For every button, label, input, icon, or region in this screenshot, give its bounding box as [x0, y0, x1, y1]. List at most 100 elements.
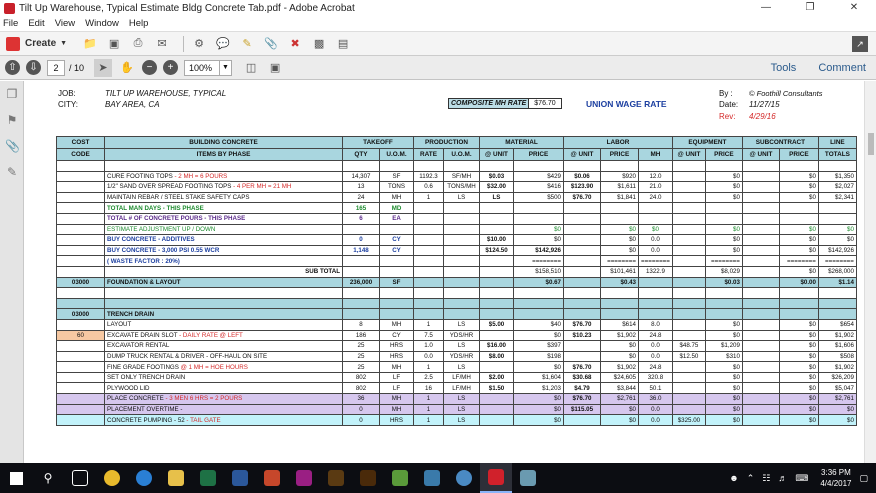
table-cell: [56, 371, 105, 384]
app-download-icon[interactable]: [384, 463, 416, 493]
page-down-icon[interactable]: ⇩: [26, 60, 41, 75]
bookmark-icon[interactable]: ⚑: [5, 113, 19, 127]
table-cell: [342, 160, 380, 172]
file-explorer-icon[interactable]: [160, 463, 192, 493]
table-cell: [56, 255, 105, 267]
attachment-icon[interactable]: 📎: [5, 139, 20, 153]
table-cell: 802: [342, 371, 380, 384]
volume-icon[interactable]: ♬: [778, 473, 787, 483]
minimize-icon[interactable]: —: [744, 0, 788, 16]
network-icon[interactable]: ☷: [762, 473, 770, 484]
table-cell: $76.70: [563, 361, 601, 373]
create-button[interactable]: Create ▼: [6, 36, 67, 51]
zoom-dropdown-icon[interactable]: ▼: [220, 59, 233, 76]
menu-file[interactable]: File: [3, 18, 18, 29]
gear-icon[interactable]: ⚙: [190, 35, 208, 53]
close-icon[interactable]: ✕: [832, 0, 876, 16]
table-cell: HRS: [379, 340, 414, 352]
acrobat-taskbar-icon[interactable]: [480, 463, 512, 493]
table-cell: [671, 244, 706, 257]
menu-window[interactable]: Window: [85, 18, 119, 29]
zoom-in-icon[interactable]: +: [163, 60, 179, 75]
fit-width-icon[interactable]: ▣: [266, 59, 284, 77]
comment-icon[interactable]: 💬: [214, 35, 232, 53]
print-icon[interactable]: ⎙: [129, 35, 147, 53]
hand-tool-icon[interactable]: ✋: [118, 59, 136, 77]
vertical-scrollbar[interactable]: [864, 81, 876, 463]
expand-icon[interactable]: ↗: [852, 36, 868, 52]
table-cell: $1,902: [817, 329, 857, 342]
table-cell: CY: [379, 244, 414, 257]
table-cell: [443, 223, 480, 236]
table-cell: [56, 223, 105, 236]
word-icon[interactable]: [224, 463, 256, 493]
app-grid-icon[interactable]: [416, 463, 448, 493]
table-cell: $4.79: [563, 382, 601, 395]
chevron-up-icon[interactable]: ⌃: [747, 473, 755, 484]
sign-icon[interactable]: ✖: [286, 35, 304, 53]
app-info-icon[interactable]: [448, 463, 480, 493]
menu-edit[interactable]: Edit: [28, 18, 44, 29]
select-cursor-icon[interactable]: ➤: [94, 58, 113, 77]
table-cell: 1322.9: [638, 265, 673, 278]
table-cell: [671, 393, 706, 405]
powerpoint-icon[interactable]: [256, 463, 288, 493]
email-icon[interactable]: ✉: [153, 35, 171, 53]
people-icon[interactable]: ☻: [729, 473, 738, 483]
attach-icon[interactable]: 📎: [262, 35, 280, 53]
edge-icon[interactable]: [128, 463, 160, 493]
table-cell: $5.00: [479, 318, 514, 331]
bridge-icon[interactable]: [320, 463, 352, 493]
scroll-thumb[interactable]: [868, 133, 874, 155]
table-cell: MH: [379, 191, 414, 204]
table-cell: [600, 212, 639, 225]
incopy-icon[interactable]: [288, 463, 320, 493]
notification-icon[interactable]: ▢: [859, 473, 868, 484]
table-cell: SF/MH: [443, 170, 480, 183]
illustrator-icon[interactable]: [352, 463, 384, 493]
search-icon[interactable]: ⚲: [32, 463, 64, 493]
edit-pdf-icon[interactable]: ▤: [334, 35, 352, 53]
app-cube-icon[interactable]: [512, 463, 544, 493]
table-cell: $0: [778, 361, 819, 373]
table-cell: $8,029: [704, 265, 743, 278]
table-row: LAYOUT 8 MH 1 LS $5.00 $40 $76.70 $614 8.0 $0 $0 $65…: [56, 318, 857, 331]
keyboard-icon[interactable]: ⌨: [795, 473, 808, 484]
signature-icon[interactable]: ✎: [5, 165, 19, 179]
task-view-icon[interactable]: [64, 463, 96, 493]
column-header: PRICE: [600, 148, 639, 161]
table-cell: 0.0: [638, 234, 673, 246]
highlight-icon[interactable]: ✎: [238, 35, 256, 53]
page-number-input[interactable]: 2: [47, 59, 65, 76]
restore-icon[interactable]: ❐: [788, 0, 832, 16]
table-cell: $0: [600, 244, 639, 257]
menu-help[interactable]: Help: [129, 18, 149, 29]
clock[interactable]: 3:36 PM 4/4/2017: [820, 467, 851, 489]
zoom-out-icon[interactable]: −: [142, 60, 158, 75]
table-cell: SUB TOTAL: [104, 265, 343, 278]
page-up-icon[interactable]: ⇧: [5, 60, 20, 75]
save-icon[interactable]: ▣: [105, 35, 123, 53]
table-cell: [443, 265, 480, 278]
start-button[interactable]: [0, 463, 32, 493]
table-cell: $0: [513, 361, 564, 373]
stamp-icon[interactable]: ▩: [310, 35, 328, 53]
page-thumbnails-icon[interactable]: ❐: [5, 87, 19, 101]
table-cell: [741, 340, 780, 352]
table-cell: [563, 212, 601, 225]
excel-icon[interactable]: [192, 463, 224, 493]
item-description: PLACE CONCRETE: [107, 395, 164, 403]
menu-view[interactable]: View: [55, 18, 75, 29]
fit-page-icon[interactable]: ◫: [242, 59, 260, 77]
table-cell: TOTAL MAN DAYS - THIS PHASE: [104, 202, 343, 214]
chrome-icon[interactable]: [96, 463, 128, 493]
comment-link[interactable]: Comment: [818, 62, 866, 74]
tools-link[interactable]: Tools: [771, 62, 797, 74]
open-folder-icon[interactable]: 📁: [81, 35, 99, 53]
table-row: 1/2" SAND OVER SPREAD FOOTING TOPS - 4 P…: [56, 181, 857, 193]
table-cell: 60: [56, 329, 105, 342]
item-description: EXCAVATOR RENTAL: [107, 342, 170, 350]
item-description: SET ONLY TRENCH DRAIN: [107, 374, 186, 382]
table-cell: 1,148: [342, 244, 380, 257]
zoom-input[interactable]: 100%: [184, 59, 221, 76]
